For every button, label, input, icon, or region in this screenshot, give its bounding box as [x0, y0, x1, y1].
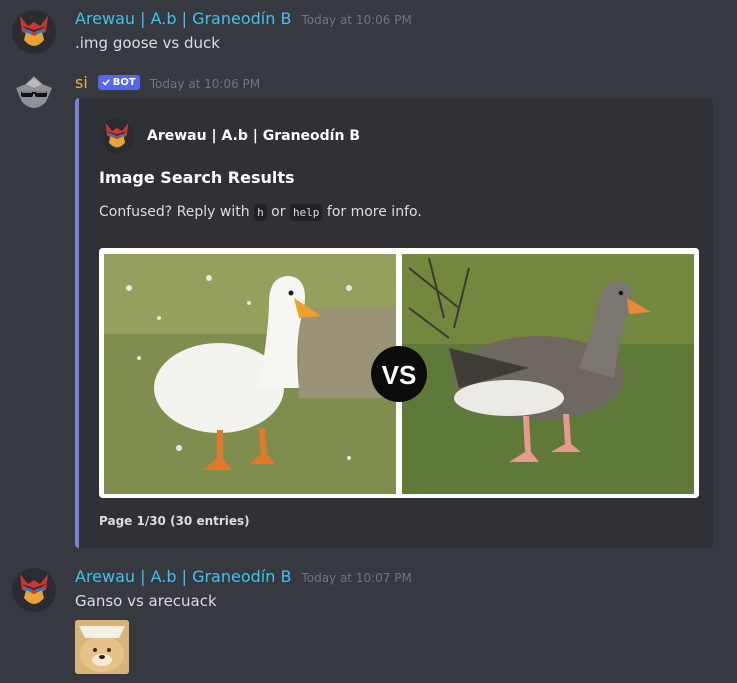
vs-badge: VS	[371, 346, 427, 402]
attachment-thumbnail[interactable]	[75, 620, 129, 674]
embed-description: Confused? Reply with h or help for more …	[99, 204, 422, 221]
embed-author-avatar-icon[interactable]	[99, 118, 135, 154]
embed-author: Arewau | A.b | Graneodín B	[99, 118, 360, 154]
embed-author-name[interactable]: Arewau | A.b | Graneodín B	[147, 128, 360, 144]
vs-label: VS	[382, 360, 417, 390]
timestamp: Today at 10:07 PM	[301, 571, 412, 585]
message: Arewau | A.b | Graneodín B Today at 10:0…	[0, 0, 737, 60]
user-avatar-icon[interactable]	[12, 568, 56, 612]
embed-desc-suffix: for more info.	[326, 204, 422, 220]
embed-card: Arewau | A.b | Graneodín B Image Search …	[75, 98, 713, 548]
bot-tag: BOT	[97, 74, 140, 90]
code-help: help	[289, 204, 323, 221]
bot-username[interactable]: si	[75, 73, 88, 92]
bot-tag-label: BOT	[112, 76, 136, 88]
embed-desc-prefix: Confused? Reply with	[99, 204, 250, 220]
goose-image	[402, 254, 694, 494]
embed-image[interactable]: VS	[99, 248, 699, 498]
timestamp: Today at 10:06 PM	[149, 77, 261, 91]
checkmark-icon	[102, 79, 110, 86]
username[interactable]: Arewau | A.b | Graneodín B	[75, 9, 291, 28]
user-avatar-icon[interactable]	[12, 10, 56, 54]
embed-title: Image Search Results	[99, 168, 295, 187]
message-text: .img goose vs duck	[75, 34, 220, 52]
username[interactable]: Arewau | A.b | Graneodín B	[75, 567, 291, 586]
duck-image	[104, 254, 396, 494]
message-text: Ganso vs arecuack	[75, 592, 217, 610]
chat-message-list: Arewau | A.b | Graneodín B Today at 10:0…	[0, 0, 737, 683]
embed-footer: Page 1/30 (30 entries)	[99, 514, 250, 528]
code-h: h	[254, 204, 267, 221]
bot-avatar-icon[interactable]	[12, 72, 56, 116]
timestamp: Today at 10:06 PM	[301, 13, 412, 27]
embed-desc-mid: or	[271, 204, 286, 220]
